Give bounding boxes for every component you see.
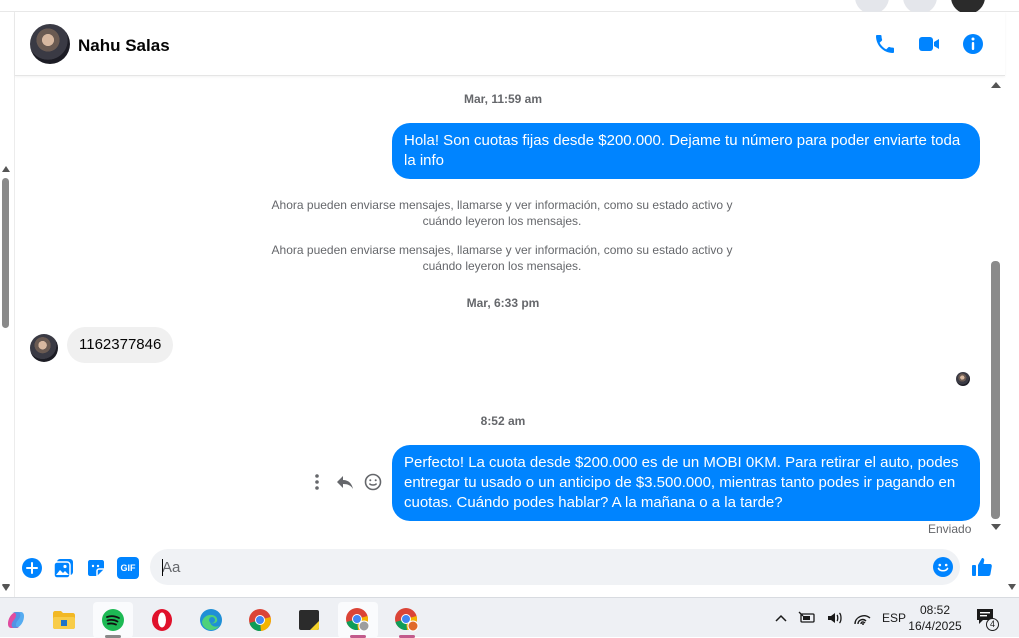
battery-icon[interactable] [798, 611, 816, 625]
gallery-icon[interactable] [53, 557, 75, 579]
notification-count-badge: 4 [986, 618, 999, 631]
clock-time: 08:52 [919, 603, 951, 617]
browser-top-strip [0, 0, 1019, 14]
chat-header: Nahu Salas [15, 12, 1005, 76]
more-icon[interactable] [307, 472, 327, 492]
system-clock[interactable]: 08:52 16/4/2025 [900, 602, 970, 634]
file-explorer-icon[interactable] [44, 602, 84, 638]
chat-window: Nahu Salas Mar, 11:59 am Hola! Son cuota… [14, 12, 1005, 597]
page-scroll-down-arrow[interactable] [1008, 584, 1016, 590]
volume-icon[interactable] [826, 610, 844, 626]
clock-date: 16/4/2025 [908, 619, 962, 633]
scroll-down-arrow[interactable] [991, 524, 1001, 530]
outgoing-message[interactable]: Perfecto! La cuota desde $200.000 es de … [392, 445, 980, 521]
phone-icon[interactable] [873, 32, 897, 56]
system-tray: ESP [774, 598, 906, 638]
timestamp: Mar, 6:33 pm [466, 296, 540, 310]
plus-icon[interactable] [21, 557, 43, 579]
message-input[interactable] [162, 549, 922, 585]
timestamp: 8:52 am [480, 414, 526, 428]
chat-scrollbar[interactable] [989, 78, 1003, 538]
react-icon[interactable] [363, 472, 383, 492]
message-actions [307, 472, 383, 492]
chrome-icon[interactable] [240, 602, 280, 638]
copilot-icon[interactable] [0, 602, 36, 638]
sticky-notes-icon[interactable] [289, 602, 329, 638]
incoming-message[interactable]: 1162377846 [67, 327, 174, 363]
video-camera-icon[interactable] [917, 32, 941, 56]
contact-avatar[interactable] [30, 24, 70, 64]
seen-avatar [956, 372, 970, 386]
wifi-icon[interactable] [854, 610, 872, 626]
text-caret [162, 559, 163, 576]
windows-taskbar: ESP 08:52 16/4/2025 4 [0, 597, 1019, 638]
spotify-icon[interactable] [93, 602, 133, 638]
timestamp: Mar, 11:59 am [463, 92, 543, 106]
info-icon[interactable] [961, 32, 985, 56]
scroll-up-arrow[interactable] [2, 166, 10, 172]
sticker-icon[interactable] [85, 557, 107, 579]
chrome-profile-icon[interactable] [387, 602, 427, 638]
chrome-profile-icon[interactable] [338, 602, 378, 638]
scroll-thumb[interactable] [991, 261, 1000, 519]
composer: GIF [15, 547, 1005, 597]
message-input-wrapper [150, 549, 960, 585]
system-notice: Ahora pueden enviarse mensajes, llamarse… [271, 243, 733, 273]
edge-icon[interactable] [191, 602, 231, 638]
reply-icon[interactable] [335, 472, 355, 492]
notification-center-icon[interactable]: 4 [975, 607, 999, 631]
opera-icon[interactable] [142, 602, 182, 638]
system-notice: Ahora pueden enviarse mensajes, llamarse… [271, 198, 733, 228]
message-status: Enviado [928, 522, 972, 536]
scroll-thumb[interactable] [2, 178, 9, 328]
contact-avatar-small[interactable] [30, 334, 58, 362]
contact-name[interactable]: Nahu Salas [78, 36, 170, 56]
page-scroll-down-arrow[interactable] [2, 584, 10, 590]
like-icon[interactable] [970, 555, 994, 579]
emoji-icon[interactable] [932, 556, 954, 578]
scroll-up-arrow[interactable] [991, 82, 1001, 88]
page-scrollbar[interactable] [0, 160, 12, 600]
outgoing-message[interactable]: Hola! Son cuotas fijas desde $200.000. D… [392, 123, 980, 179]
chevron-up-icon[interactable] [774, 611, 788, 625]
gif-icon[interactable]: GIF [117, 557, 139, 579]
message-list: Mar, 11:59 am Hola! Son cuotas fijas des… [15, 77, 991, 547]
